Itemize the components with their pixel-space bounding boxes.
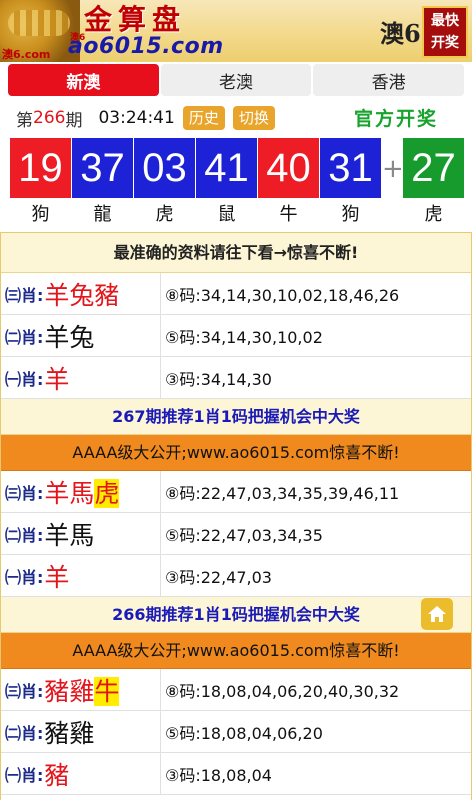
code-text: ⑧码:34,14,30,10,02,18,46,26 <box>165 285 400 305</box>
zodiac-main: 豬雞 <box>44 676 95 706</box>
xiao-label: ㈠肖: <box>5 765 44 785</box>
home-button[interactable] <box>421 598 453 630</box>
zodiac-6: 狗 <box>341 204 360 225</box>
xiao-label: ㈠肖: <box>5 369 44 389</box>
code-text: ③码:34,14,30 <box>165 369 272 389</box>
ball-special: 27 <box>403 138 464 198</box>
site-domain: ao6015.com <box>68 34 224 59</box>
promo-banner[interactable]: AAAA级大公开;www.ao6015.com惊喜不断! <box>1 435 471 471</box>
fast-open-line2: 开奖 <box>431 35 459 51</box>
code-text: ⑧码:22,47,03,34,35,39,46,11 <box>165 483 400 503</box>
switch-button[interactable]: 切换 <box>232 106 275 130</box>
zodiac-text: 豬雞牛 <box>44 672 120 708</box>
zodiac-text: 羊馬虎 <box>44 474 120 510</box>
prediction-row: ㈡肖: 豬雞 ⑤码:18,08,04,06,20 <box>1 711 471 753</box>
draw-balls: 19 37 03 41 40 31 + 27 狗 龍 虎 鼠 牛 狗 虎 <box>10 138 466 225</box>
ball-5: 40 <box>258 138 319 198</box>
prediction-row: ㈡肖: 羊馬 ⑤码:22,47,03,34,35 <box>1 513 471 555</box>
zodiac-text: 羊馬 <box>44 520 95 550</box>
ball-1: 19 <box>10 138 71 198</box>
zodiac-1: 狗 <box>31 204 50 225</box>
prediction-row: ㈠肖: 羊 ③码:22,47,03 <box>1 555 471 597</box>
zodiac-5: 牛 <box>279 204 298 225</box>
zodiac-text: 羊兔豬 <box>44 280 120 310</box>
tab-new-macau[interactable]: 新澳 <box>8 64 159 96</box>
issue-prefix: 第 <box>16 110 33 131</box>
zodiac-text: 羊兔 <box>44 322 95 352</box>
issue-number: 266 <box>33 108 66 128</box>
code-text: ③码:18,08,04 <box>165 765 272 785</box>
xiao-label: ㈡肖: <box>5 723 44 743</box>
promo-banner[interactable]: AAAA级大公开;www.ao6015.com惊喜不断! <box>1 633 471 669</box>
site-small-logo: 澳6.com <box>2 48 51 61</box>
plus-sign: + <box>382 154 404 184</box>
code-text: ③码:22,47,03 <box>165 567 272 587</box>
fast-open-line1: 最快 <box>431 13 459 29</box>
fast-open-seal: 最快 开奖 <box>422 6 468 58</box>
tab-hong-kong[interactable]: 香港 <box>313 64 465 96</box>
ball-2: 37 <box>72 138 133 198</box>
history-button[interactable]: 历史 <box>182 106 225 130</box>
ball-3: 03 <box>134 138 195 198</box>
recommend-banner-267: 267期推荐1肖1码把握机会中大奖 <box>1 399 471 435</box>
ball-4: 41 <box>196 138 257 198</box>
zodiac-3: 虎 <box>155 204 174 225</box>
code-text: ⑧码:18,08,04,06,20,40,30,32 <box>165 681 400 701</box>
prediction-row: ㈠肖: 羊 ③码:34,14,30 <box>1 357 471 399</box>
code-text: ⑤码:34,14,30,10,02 <box>165 327 323 347</box>
countdown-time: 03:24:41 <box>98 108 175 128</box>
prediction-row: ㈡肖: 羊兔 ⑤码:34,14,30,10,02 <box>1 315 471 357</box>
zodiac-2: 龍 <box>93 204 112 225</box>
xiao-label: ㈢肖: <box>5 681 44 701</box>
zodiac-text: 豬 <box>44 760 70 790</box>
tab-old-macau[interactable]: 老澳 <box>160 64 312 96</box>
region-tabs: 新澳 老澳 香港 <box>8 64 465 98</box>
zodiac-text: 羊 <box>44 562 70 592</box>
xiao-label: ㈠肖: <box>5 567 44 587</box>
prediction-row: ㈠肖: 豬 ③码:18,08,04 <box>1 753 471 795</box>
xiao-label: ㈢肖: <box>5 483 44 503</box>
home-icon <box>428 606 446 622</box>
draw-info: 第 266 期 03:24:41 历史 切换 <box>16 104 275 132</box>
ball-6: 31 <box>320 138 381 198</box>
recommend-banner-266-text: 266期推荐1肖1码把握机会中大奖 <box>112 605 360 624</box>
zodiac-highlight: 虎 <box>94 478 120 508</box>
recommend-banner-266: 266期推荐1肖1码把握机会中大奖 <box>1 597 471 633</box>
xiao-label: ㈡肖: <box>5 327 44 347</box>
prediction-row: ㈢肖: 羊馬虎 ⑧码:22,47,03,34,35,39,46,11 <box>1 471 471 513</box>
issue-suffix: 期 <box>65 110 83 131</box>
code-text: ⑤码:22,47,03,34,35 <box>165 525 323 545</box>
prediction-row: ㈢肖: 羊兔豬 ⑧码:34,14,30,10,02,18,46,26 <box>1 273 471 315</box>
zodiac-main: 羊馬 <box>44 478 95 508</box>
zodiac-special: 虎 <box>424 204 443 225</box>
zodiac-4: 鼠 <box>217 204 236 225</box>
zodiac-text: 羊 <box>44 364 70 394</box>
predictions-panel: 最准确的资料请往下看→惊喜不断! ㈢肖: 羊兔豬 ⑧码:34,14,30,10,0… <box>0 232 472 800</box>
xiao-label: ㈡肖: <box>5 525 44 545</box>
header-banner: 澳6.com 金算盘 澳6 ao6015.com 澳6 最快 开奖 <box>0 0 472 62</box>
zodiac-text: 豬雞 <box>44 718 95 748</box>
site-title: 金算盘 <box>84 3 187 36</box>
xiao-label: ㈢肖: <box>5 285 44 305</box>
macau6-logo: 澳6 <box>380 19 421 48</box>
page: 澳6.com 金算盘 澳6 ao6015.com 澳6 最快 开奖 新澳 老澳 … <box>0 0 472 800</box>
code-text: ⑤码:18,08,04,06,20 <box>165 723 323 743</box>
official-draw-link[interactable]: 官方开奖 <box>354 104 438 131</box>
zodiac-highlight: 牛 <box>94 676 120 706</box>
notice-bar: 最准确的资料请往下看→惊喜不断! <box>1 233 471 273</box>
prediction-row: ㈢肖: 豬雞牛 ⑧码:18,08,04,06,20,40,30,32 <box>1 669 471 711</box>
